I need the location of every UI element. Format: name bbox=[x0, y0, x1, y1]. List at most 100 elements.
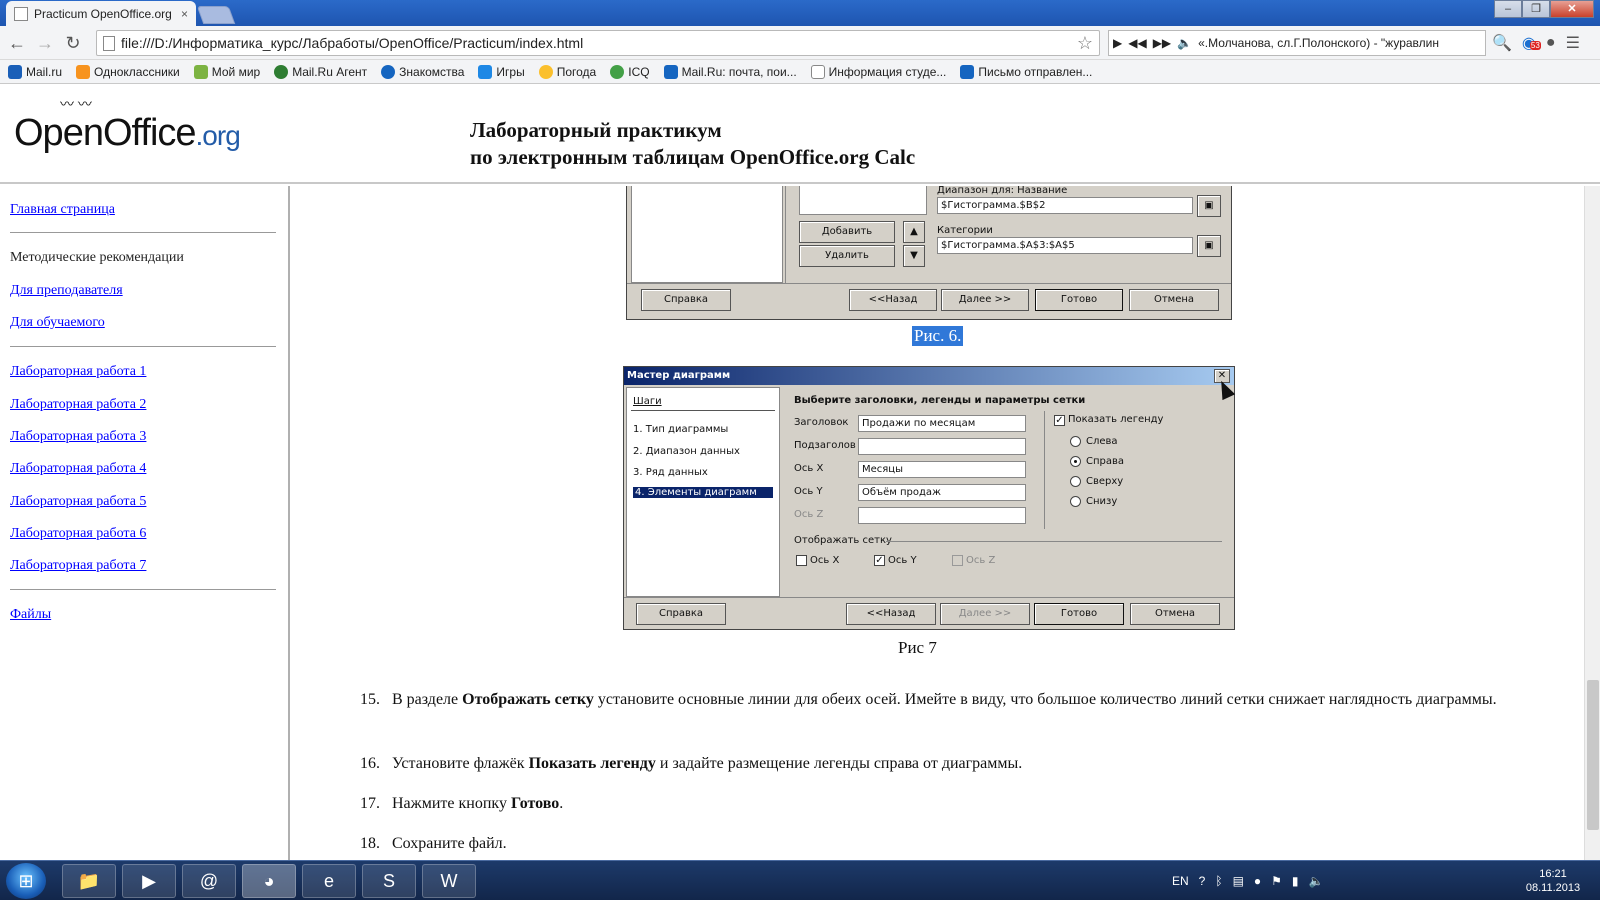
move-down-icon[interactable]: ▼ bbox=[903, 245, 925, 267]
legend-right-radio[interactable] bbox=[1070, 456, 1081, 467]
system-clock[interactable]: 16:21 08.11.2013 bbox=[1518, 867, 1588, 895]
y-axis-field[interactable]: Объём продаж bbox=[858, 484, 1026, 501]
bookmark-item[interactable]: Mail.Ru Агент bbox=[274, 64, 367, 79]
media-player-bar[interactable]: ▶ ◀◀ ▶▶ 🔈 «.Молчанова, сл.Г.Полонского) … bbox=[1108, 30, 1486, 56]
step-item[interactable]: 1. Тип диаграммы bbox=[633, 424, 728, 435]
sidebar-link-files[interactable]: Файлы bbox=[10, 607, 51, 623]
scrollbar-thumb[interactable] bbox=[1587, 680, 1599, 830]
maximize-icon[interactable]: ❐ bbox=[1522, 0, 1550, 18]
mail-agent-icon[interactable]: @ bbox=[182, 864, 236, 898]
bookmark-item[interactable]: Знакомства bbox=[381, 64, 464, 79]
help-icon[interactable]: ? bbox=[1199, 874, 1206, 888]
subtitle-field[interactable] bbox=[858, 438, 1026, 455]
categories-field[interactable]: $Гистограмма.$A$3:$A$5 bbox=[937, 237, 1193, 254]
sidebar-link-lab-7[interactable]: Лабораторная работа 7 bbox=[10, 558, 146, 574]
explorer-icon[interactable]: 📁 bbox=[62, 864, 116, 898]
skype-icon[interactable]: S bbox=[362, 864, 416, 898]
grid-x-checkbox[interactable] bbox=[796, 555, 807, 566]
cancel-button[interactable]: Отмена bbox=[1130, 603, 1220, 625]
flag-icon[interactable]: ⚑ bbox=[1271, 874, 1282, 888]
bluetooth-icon[interactable]: ᛒ bbox=[1215, 874, 1222, 888]
browser-tab[interactable]: Practicum OpenOffice.org × bbox=[6, 1, 196, 26]
antivirus-icon[interactable]: ● bbox=[1254, 874, 1261, 888]
add-series-button[interactable]: Добавить bbox=[799, 221, 895, 243]
step-item[interactable]: 2. Диапазон данных bbox=[633, 446, 740, 457]
sidebar-link-lab-5[interactable]: Лабораторная работа 5 bbox=[10, 494, 146, 510]
help-button[interactable]: Справка bbox=[636, 603, 726, 625]
sidebar-link-lab-6[interactable]: Лабораторная работа 6 bbox=[10, 526, 146, 542]
new-tab-button[interactable] bbox=[196, 6, 236, 24]
z-axis-field[interactable] bbox=[858, 507, 1026, 524]
search-icon[interactable]: 🔍 bbox=[1492, 33, 1512, 53]
series-list[interactable] bbox=[631, 186, 783, 283]
start-button[interactable]: ⊞ bbox=[6, 863, 46, 899]
menu-icon[interactable]: ☰ bbox=[1566, 33, 1580, 53]
sidebar-link-student[interactable]: Для обучаемого bbox=[10, 315, 105, 331]
account-icon[interactable]: ● bbox=[1546, 34, 1556, 52]
tab-close-icon[interactable]: × bbox=[181, 7, 188, 21]
legend-bottom-radio[interactable] bbox=[1070, 496, 1081, 507]
bookmark-item[interactable]: Mail.ru bbox=[8, 64, 62, 79]
remove-series-button[interactable]: Удалить bbox=[799, 245, 895, 267]
chart-title-field[interactable]: Продажи по месяцам bbox=[858, 415, 1026, 432]
legend-left-radio[interactable] bbox=[1070, 436, 1081, 447]
move-up-icon[interactable]: ▲ bbox=[903, 221, 925, 243]
word-icon[interactable]: W bbox=[422, 864, 476, 898]
z-axis-label: Ось Z bbox=[794, 509, 824, 520]
sidebar-link-lab-1[interactable]: Лабораторная работа 1 bbox=[10, 364, 146, 380]
range-field[interactable]: $Гистограмма.$B$2 bbox=[937, 197, 1193, 214]
show-legend-checkbox[interactable]: ✓ bbox=[1054, 415, 1065, 426]
back-button[interactable]: <<Назад bbox=[846, 603, 936, 625]
language-indicator[interactable]: EN bbox=[1172, 874, 1189, 888]
grid-z-checkbox[interactable] bbox=[952, 555, 963, 566]
series-range-box[interactable] bbox=[799, 186, 927, 215]
play-icon[interactable]: ▶ bbox=[1113, 36, 1122, 50]
figure-6-dialog: Диапазон для: Название $Гистограмма.$B$2… bbox=[626, 186, 1232, 320]
bookmark-item[interactable]: Mail.Ru: почта, пои... bbox=[663, 64, 797, 79]
sidebar-link-lab-2[interactable]: Лабораторная работа 2 bbox=[10, 397, 146, 413]
minimize-icon[interactable]: – bbox=[1494, 0, 1522, 18]
bookmark-item[interactable]: Мой мир bbox=[193, 64, 260, 79]
step-item[interactable]: 3. Ряд данных bbox=[633, 467, 708, 478]
grid-y-checkbox[interactable]: ✓ bbox=[874, 555, 885, 566]
finish-button[interactable]: Готово bbox=[1034, 603, 1124, 625]
sidebar-link-lab-4[interactable]: Лабораторная работа 4 bbox=[10, 461, 146, 477]
x-axis-field[interactable]: Месяцы bbox=[858, 461, 1026, 478]
help-button[interactable]: Справка bbox=[641, 289, 731, 311]
chrome-icon[interactable]: ◕ bbox=[242, 864, 296, 898]
network-icon[interactable]: ▤ bbox=[1233, 874, 1244, 888]
reload-icon[interactable]: ↻ bbox=[62, 32, 84, 54]
previous-track-icon[interactable]: ◀◀ bbox=[1128, 36, 1146, 50]
address-bar[interactable]: file:///D:/Информатика_курс/Лабработы/Op… bbox=[96, 30, 1100, 56]
bookmark-item[interactable]: Игры bbox=[478, 64, 525, 79]
back-button[interactable]: <<Назад bbox=[849, 289, 937, 311]
step-item-active[interactable]: 4. Элементы диаграмм bbox=[633, 487, 773, 498]
cancel-button[interactable]: Отмена bbox=[1129, 289, 1219, 311]
forward-icon[interactable]: → bbox=[34, 32, 56, 54]
extension-icon[interactable]: ◉ 53 bbox=[1522, 33, 1541, 53]
bookmark-item[interactable]: Одноклассники bbox=[76, 64, 180, 79]
volume-icon[interactable]: 🔈 bbox=[1177, 36, 1192, 50]
bookmark-item[interactable]: ICQ bbox=[610, 64, 650, 79]
page-scrollbar[interactable] bbox=[1584, 186, 1600, 860]
finish-button[interactable]: Готово bbox=[1035, 289, 1123, 311]
range-picker-icon[interactable]: ▣ bbox=[1197, 195, 1221, 217]
bookmark-star-icon[interactable]: ☆ bbox=[1077, 33, 1093, 54]
categories-picker-icon[interactable]: ▣ bbox=[1197, 235, 1221, 257]
next-button[interactable]: Далее >> bbox=[940, 603, 1030, 625]
legend-top-radio[interactable] bbox=[1070, 476, 1081, 487]
media-player-icon[interactable]: ▶ bbox=[122, 864, 176, 898]
bookmark-item[interactable]: Письмо отправлен... bbox=[960, 64, 1092, 79]
next-button[interactable]: Далее >> bbox=[941, 289, 1029, 311]
close-window-icon[interactable]: ✕ bbox=[1550, 0, 1594, 18]
sidebar-link-lab-3[interactable]: Лабораторная работа 3 bbox=[10, 429, 146, 445]
signal-icon[interactable]: ▮ bbox=[1292, 874, 1299, 888]
next-track-icon[interactable]: ▶▶ bbox=[1153, 36, 1171, 50]
bookmark-item[interactable]: Информация студе... bbox=[810, 64, 946, 79]
volume-icon[interactable]: 🔈 bbox=[1309, 874, 1324, 888]
internet-explorer-icon[interactable]: e bbox=[302, 864, 356, 898]
sidebar-link-home[interactable]: Главная страница bbox=[10, 202, 115, 218]
back-icon[interactable]: ← bbox=[6, 32, 28, 54]
sidebar-link-teacher[interactable]: Для преподавателя bbox=[10, 283, 123, 299]
bookmark-item[interactable]: Погода bbox=[538, 64, 596, 79]
